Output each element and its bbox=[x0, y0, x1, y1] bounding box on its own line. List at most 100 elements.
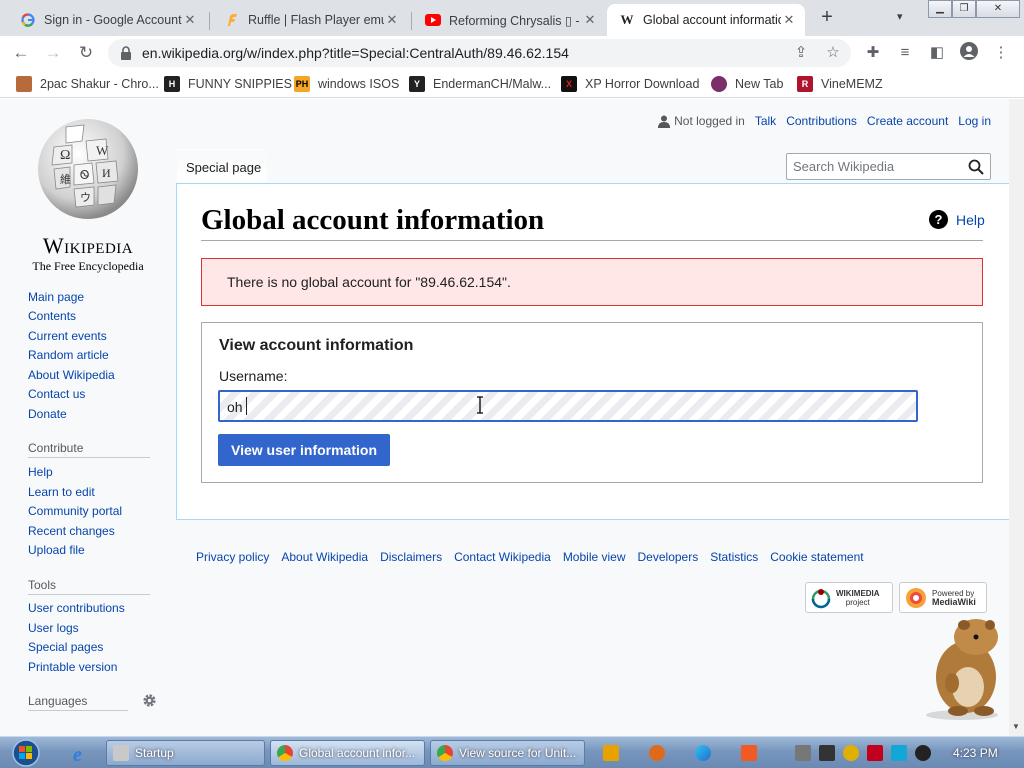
bookmark-star-icon[interactable]: ☆ bbox=[823, 43, 843, 63]
footer-link-statistics[interactable]: Statistics bbox=[710, 550, 758, 564]
close-icon[interactable]: ✕ bbox=[182, 12, 198, 28]
tab-ruffle[interactable]: Ruffle | Flash Player emulator ✕ bbox=[212, 4, 408, 36]
sidebar-link-user-contributions[interactable]: User contributions bbox=[28, 601, 125, 615]
internet-explorer-icon[interactable]: e bbox=[71, 744, 91, 764]
wikipedia-logo[interactable]: Ω W Ꮻ И 維 ウ Wikipedia The Free Encyclope… bbox=[22, 117, 158, 273]
sidebar-link-random-article[interactable]: Random article bbox=[28, 348, 109, 362]
sidebar-link-about[interactable]: About Wikipedia bbox=[28, 368, 115, 382]
wikimedia-project-badge[interactable]: WIKIMEDIA project bbox=[805, 582, 893, 613]
search-icon[interactable] bbox=[968, 159, 984, 175]
bookmark-endermanch[interactable]: Y EndermanCH/Malw... bbox=[409, 75, 551, 93]
brave-icon[interactable] bbox=[741, 745, 757, 761]
powered-by-mediawiki-badge[interactable]: Powered by MediaWiki bbox=[899, 582, 987, 613]
minimize-icon[interactable]: ▁ bbox=[928, 0, 952, 18]
taskbar-item-label: Global account infor... bbox=[299, 746, 416, 760]
reload-icon[interactable]: ↻ bbox=[75, 42, 97, 64]
contributions-link[interactable]: Contributions bbox=[786, 114, 857, 128]
sidebar-link-community-portal[interactable]: Community portal bbox=[28, 504, 122, 518]
tray-search-icon[interactable] bbox=[843, 745, 859, 761]
tab-special-page[interactable]: Special page bbox=[177, 149, 267, 183]
svg-text:Ꮻ: Ꮻ bbox=[80, 168, 89, 182]
footer-link-cookie-statement[interactable]: Cookie statement bbox=[770, 550, 863, 564]
sidebar-link-donate[interactable]: Donate bbox=[28, 407, 67, 421]
address-bar[interactable]: en.wikipedia.org/w/index.php?title=Speci… bbox=[108, 39, 851, 67]
edge-icon[interactable] bbox=[695, 745, 711, 761]
tray-volume-icon[interactable] bbox=[915, 745, 931, 761]
taskbar-clock: 4:23 PM bbox=[953, 746, 998, 760]
share-icon[interactable]: ⇪ bbox=[791, 43, 811, 63]
footer-link-privacy[interactable]: Privacy policy bbox=[196, 550, 269, 564]
menu-icon[interactable]: ⋮ bbox=[990, 42, 1012, 64]
tray-flag-icon[interactable] bbox=[867, 745, 883, 761]
sidebar-link-help[interactable]: Help bbox=[28, 465, 53, 479]
taskbar-item-chrome-global-account[interactable]: Global account infor... bbox=[270, 740, 425, 766]
login-link[interactable]: Log in bbox=[958, 114, 991, 128]
search-input[interactable]: Search Wikipedia bbox=[786, 153, 991, 180]
url-text[interactable]: en.wikipedia.org/w/index.php?title=Speci… bbox=[142, 45, 569, 61]
close-window-icon[interactable]: ✕ bbox=[976, 0, 1020, 18]
tray-app-icon[interactable] bbox=[795, 745, 811, 761]
close-icon[interactable]: ✕ bbox=[781, 12, 797, 28]
tab-global-account[interactable]: W Global account information ✕ bbox=[607, 4, 805, 36]
sidebar-heading-languages: Languages bbox=[28, 694, 88, 708]
tab-youtube[interactable]: Reforming Chrysalis ▯ - YouTube ✕ bbox=[413, 4, 606, 36]
footer-link-mobile-view[interactable]: Mobile view bbox=[563, 550, 626, 564]
gear-icon[interactable] bbox=[142, 693, 157, 708]
talk-link[interactable]: Talk bbox=[755, 114, 776, 128]
sidebar-link-upload-file[interactable]: Upload file bbox=[28, 543, 85, 557]
footer-link-contact[interactable]: Contact Wikipedia bbox=[454, 550, 551, 564]
browser-tab-strip: Sign in - Google Accounts ✕ Ruffle | Fla… bbox=[0, 0, 1024, 36]
tab-search-icon[interactable]: ▾ bbox=[897, 10, 903, 23]
help-link[interactable]: ? Help bbox=[929, 210, 985, 229]
username-input[interactable]: oh bbox=[218, 390, 918, 422]
footer-link-disclaimers[interactable]: Disclaimers bbox=[380, 550, 442, 564]
sidebar-link-contact[interactable]: Contact us bbox=[28, 387, 85, 401]
bookmark-2pac[interactable]: 2pac Shakur - Chro... bbox=[16, 75, 159, 93]
bookmark-vinememz[interactable]: R VineMEMZ bbox=[797, 75, 883, 93]
bookmark-label: windows ISOS bbox=[318, 77, 400, 91]
sidebar-link-user-logs[interactable]: User logs bbox=[28, 621, 79, 635]
bookmark-funny-snippies[interactable]: H FUNNY SNIPPIES bbox=[164, 75, 292, 93]
bookmark-icon: Y bbox=[409, 76, 425, 92]
close-icon[interactable]: ✕ bbox=[582, 12, 598, 28]
tab-google-signin[interactable]: Sign in - Google Accounts ✕ bbox=[8, 4, 206, 36]
tray-check-icon[interactable] bbox=[819, 745, 835, 761]
taskbar-item-chrome-view-source[interactable]: View source for Unit... bbox=[430, 740, 585, 766]
sidebar-link-contents[interactable]: Contents bbox=[28, 309, 76, 323]
footer-link-about[interactable]: About Wikipedia bbox=[281, 550, 368, 564]
media-player-icon[interactable] bbox=[603, 745, 619, 761]
extensions-icon[interactable]: ✚ bbox=[862, 42, 884, 64]
sidebar-link-printable-version[interactable]: Printable version bbox=[28, 660, 117, 674]
bookmark-new-tab[interactable]: New Tab bbox=[711, 75, 783, 93]
wikimedia-logo-icon bbox=[811, 588, 831, 608]
sidebar-link-special-pages[interactable]: Special pages bbox=[28, 640, 103, 654]
sidebar-link-main-page[interactable]: Main page bbox=[28, 290, 84, 304]
wikipedia-wordmark: Wikipedia bbox=[42, 233, 134, 258]
profile-icon[interactable] bbox=[958, 42, 980, 64]
close-icon[interactable]: ✕ bbox=[384, 12, 400, 28]
view-user-information-button[interactable]: View user information bbox=[218, 434, 390, 466]
start-button-icon[interactable] bbox=[8, 739, 44, 767]
user-icon bbox=[658, 115, 671, 128]
bookmark-icon bbox=[16, 76, 32, 92]
bookmark-windows-isos[interactable]: PH windows ISOS bbox=[294, 75, 399, 93]
sidebar-link-recent-changes[interactable]: Recent changes bbox=[28, 524, 115, 538]
footer-link-developers[interactable]: Developers bbox=[638, 550, 699, 564]
mediawiki-badge-subtext: MediaWiki bbox=[932, 596, 976, 607]
bookmark-xp-horror[interactable]: X XP Horror Download bbox=[561, 75, 699, 93]
side-panel-icon[interactable]: ◧ bbox=[926, 42, 948, 64]
app-icon[interactable] bbox=[649, 745, 665, 761]
page-scrollbar[interactable] bbox=[1009, 99, 1024, 736]
scroll-down-arrow-icon[interactable]: ▼ bbox=[1012, 722, 1020, 731]
taskbar-item-startup[interactable]: Startup bbox=[106, 740, 265, 766]
media-control-icon[interactable]: ≡ bbox=[894, 42, 916, 64]
tray-monitor-icon[interactable] bbox=[891, 745, 907, 761]
restore-icon[interactable]: ❐ bbox=[952, 0, 976, 18]
create-account-link[interactable]: Create account bbox=[867, 114, 948, 128]
lock-icon[interactable] bbox=[120, 46, 132, 60]
back-icon[interactable]: ← bbox=[10, 42, 32, 64]
sidebar-link-learn-to-edit[interactable]: Learn to edit bbox=[28, 485, 95, 499]
forward-icon[interactable]: → bbox=[42, 42, 64, 64]
new-tab-button[interactable]: + bbox=[816, 7, 838, 28]
sidebar-link-current-events[interactable]: Current events bbox=[28, 329, 107, 343]
